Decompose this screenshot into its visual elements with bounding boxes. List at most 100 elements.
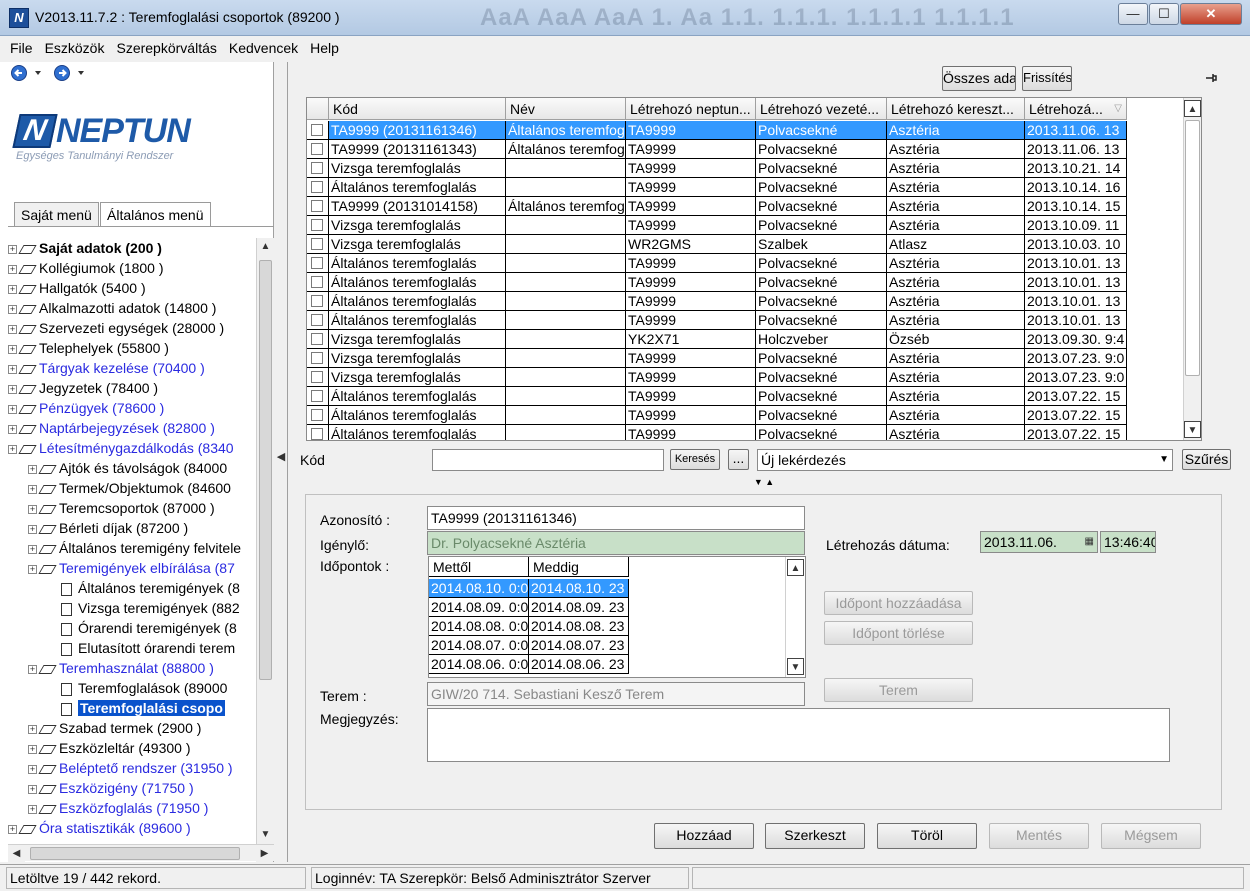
tree-item[interactable]: + Hallgatók (5400 )	[8, 278, 146, 298]
expand-icon[interactable]: +	[28, 764, 37, 774]
row-checkbox-cell[interactable]	[307, 121, 329, 140]
times-scroll-up-icon[interactable]: ▲	[787, 559, 804, 576]
times-vertical-scrollbar[interactable]: ▲ ▼	[785, 557, 805, 677]
times-header-from[interactable]: Mettől	[429, 557, 529, 577]
delete-time-button[interactable]: Időpont törlése	[824, 621, 973, 645]
tree-item[interactable]: + Szabad termek (2900 )	[28, 718, 201, 738]
table-row[interactable]: Vizsga teremfoglalás YK2X71 Holczveber Özsé…	[307, 330, 1127, 349]
expand-icon[interactable]: +	[8, 364, 17, 374]
tree-item[interactable]: + Eszközfoglalás (71950 )	[28, 798, 208, 818]
time-row[interactable]: 2014.08.06. 0:0 2014.08.06. 23	[429, 655, 629, 674]
grid-header-creator-lastname[interactable]: Létrehozó vezeté...	[756, 98, 887, 120]
save-button[interactable]: Mentés	[989, 823, 1089, 849]
row-checkbox-cell[interactable]	[307, 273, 329, 292]
tree-item[interactable]: + Eszközleltár (49300 )	[28, 738, 191, 758]
row-checkbox[interactable]	[311, 428, 323, 440]
row-checkbox-cell[interactable]	[307, 254, 329, 273]
grid-header-select[interactable]	[307, 98, 329, 120]
row-checkbox-cell[interactable]	[307, 159, 329, 178]
row-checkbox[interactable]	[311, 257, 323, 269]
scroll-down-icon[interactable]: ▼	[257, 826, 274, 843]
scroll-thumb[interactable]	[259, 260, 272, 680]
grid-vertical-scrollbar[interactable]: ▲ ▼	[1183, 98, 1201, 440]
expand-icon[interactable]	[48, 585, 57, 594]
expand-icon[interactable]	[48, 625, 57, 634]
tree-item[interactable]: + Telephelyek (55800 )	[8, 338, 169, 358]
row-checkbox[interactable]	[311, 200, 323, 212]
table-row[interactable]: Vizsga teremfoglalás TA9999 Polvacsekné Asz…	[307, 349, 1127, 368]
tree-item[interactable]: + Teremigények elbírálása (87	[28, 558, 235, 578]
menu-favorites[interactable]: Kedvencek	[223, 37, 304, 56]
row-checkbox-cell[interactable]	[307, 292, 329, 311]
time-row[interactable]: 2014.08.10. 0:0 2014.08.10. 23	[429, 579, 629, 598]
tree-item[interactable]: + Jegyzetek (78400 )	[8, 378, 158, 398]
table-row[interactable]: Általános teremfoglalás TA9999 Polvacsekné…	[307, 292, 1127, 311]
row-checkbox[interactable]	[311, 124, 323, 136]
maximize-button[interactable]: ☐	[1149, 3, 1179, 25]
tree-item[interactable]: + Ajtók és távolságok (84000	[28, 458, 227, 478]
grid-header-code[interactable]: Kód	[329, 98, 506, 120]
query-select[interactable]: Új lekérdezés ▼	[757, 449, 1173, 471]
menu-tools[interactable]: Eszközök	[39, 37, 111, 56]
row-checkbox-cell[interactable]	[307, 368, 329, 387]
id-field[interactable]: TA9999 (20131161346)	[427, 506, 805, 530]
row-checkbox[interactable]	[311, 276, 323, 288]
tree-item[interactable]: + Saját adatok (200 )	[8, 238, 162, 258]
expand-icon[interactable]: +	[28, 504, 37, 514]
tree-item[interactable]: + Kollégiumok (1800 )	[8, 258, 164, 278]
table-row[interactable]: Általános teremfoglalás TA9999 Polvacsekné…	[307, 273, 1127, 292]
row-checkbox[interactable]	[311, 162, 323, 174]
tree-item[interactable]: + Termek/Objektumok (84600	[28, 478, 231, 498]
row-checkbox-cell[interactable]	[307, 216, 329, 235]
expand-icon[interactable]: +	[8, 344, 17, 354]
table-row[interactable]: TA9999 (20131014158)Általános teremfogla…	[307, 197, 1127, 216]
room-button[interactable]: Terem	[824, 678, 973, 702]
expand-icon[interactable]: +	[8, 384, 17, 394]
tree-item[interactable]: + Általános teremigény felvitele	[28, 538, 241, 558]
table-row[interactable]: Általános teremfoglalás TA9999 Polvacsekné…	[307, 425, 1127, 440]
refresh-button[interactable]: Frissítés	[1022, 66, 1072, 91]
tree-item[interactable]: Vizsga teremigények (882	[48, 598, 240, 618]
menu-file[interactable]: File	[0, 37, 39, 56]
scroll-up-icon[interactable]: ▲	[257, 238, 274, 255]
row-checkbox-cell[interactable]	[307, 330, 329, 349]
table-row[interactable]: Vizsga teremfoglalás TA9999 Polvacsekné Asz…	[307, 368, 1127, 387]
tree-item[interactable]: + Létesítménygazdálkodás (8340	[8, 438, 234, 458]
row-checkbox-cell[interactable]	[307, 197, 329, 216]
table-row[interactable]: Vizsga teremfoglalás TA9999 Polvacsekné Asz…	[307, 216, 1127, 235]
tree-horizontal-scrollbar[interactable]: ◀ ▶	[8, 844, 274, 862]
pane-splitter[interactable]: ◀	[274, 62, 288, 862]
row-checkbox[interactable]	[311, 143, 323, 155]
note-field[interactable]	[427, 708, 1170, 762]
filter-button[interactable]: Szűrés	[1182, 449, 1231, 470]
split-toggle-icon[interactable]: ▼ ▲	[738, 477, 790, 487]
row-checkbox[interactable]	[311, 295, 323, 307]
grid-scroll-up-icon[interactable]: ▲	[1184, 100, 1201, 117]
table-row[interactable]: Vizsga teremfoglalás WR2GMS Szalbek Atlasz 2…	[307, 235, 1127, 254]
search-ellipsis-button[interactable]: ...	[728, 449, 749, 470]
table-row[interactable]: Általános teremfoglalás TA9999 Polvacsekné…	[307, 254, 1127, 273]
expand-icon[interactable]: +	[28, 724, 37, 734]
row-checkbox-cell[interactable]	[307, 406, 329, 425]
back-forward-icons[interactable]	[10, 64, 100, 82]
tree-item[interactable]: + Teremcsoportok (87000 )	[28, 498, 215, 518]
expand-icon[interactable]: +	[8, 824, 17, 834]
expand-icon[interactable]: +	[8, 324, 17, 334]
expand-icon[interactable]: +	[8, 404, 17, 414]
tree-item[interactable]: + Beléptető rendszer (31950 )	[28, 758, 233, 778]
table-row[interactable]: Általános teremfoglalás TA9999 Polvacsekné…	[307, 311, 1127, 330]
row-checkbox[interactable]	[311, 371, 323, 383]
expand-icon[interactable]: +	[28, 524, 37, 534]
expand-icon[interactable]	[48, 605, 57, 614]
tree-item[interactable]: + Eszközigény (71750 )	[28, 778, 194, 798]
scroll-right-icon[interactable]: ▶	[256, 845, 273, 862]
table-row[interactable]: TA9999 (20131161343)Általános teremfogla…	[307, 140, 1127, 159]
expand-icon[interactable]	[48, 645, 57, 654]
row-checkbox-cell[interactable]	[307, 387, 329, 406]
row-checkbox[interactable]	[311, 238, 323, 250]
row-checkbox-cell[interactable]	[307, 235, 329, 254]
edit-button[interactable]: Szerkeszt	[765, 823, 865, 849]
expand-icon[interactable]	[48, 685, 57, 694]
expand-icon[interactable]: +	[28, 544, 37, 554]
expand-icon[interactable]: +	[28, 484, 37, 494]
